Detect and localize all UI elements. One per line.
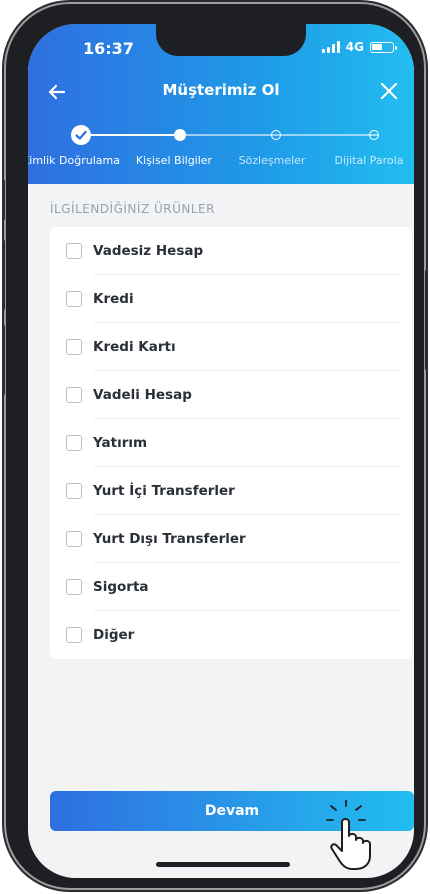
- product-label: Vadesiz Hesap: [93, 243, 204, 259]
- side-button-left-3: [2, 325, 5, 395]
- product-label: Diğer: [93, 627, 135, 643]
- product-item-vadeli-hesap[interactable]: Vadeli Hesap: [50, 371, 412, 419]
- side-button-left-1: [2, 180, 5, 220]
- step-4-label[interactable]: Dijital Parola: [335, 154, 404, 167]
- step-1-completed-dot: [71, 125, 91, 145]
- step-2-current-dot: [174, 129, 186, 141]
- section-title: İLGİLENDİĞİNİZ ÜRÜNLER: [50, 202, 215, 216]
- stepper-track-done: [81, 134, 180, 136]
- checkbox[interactable]: [66, 387, 82, 403]
- product-label: Yurt İçi Transferler: [93, 483, 235, 499]
- checkbox[interactable]: [66, 627, 82, 643]
- phone-frame: 16:37 4G Müşterimiz Ol Kimlik Doğrulama …: [6, 4, 424, 888]
- step-2-label[interactable]: Kişisel Bilgiler: [136, 154, 212, 167]
- product-item-kredi-karti[interactable]: Kredi Kartı: [50, 323, 412, 371]
- battery-icon: [370, 41, 397, 53]
- products-list: Vadesiz Hesap Kredi Kredi Kartı Vadeli H…: [50, 227, 412, 659]
- checkbox[interactable]: [66, 291, 82, 307]
- product-label: Kredi Kartı: [93, 339, 176, 355]
- side-button-left-2: [2, 240, 5, 310]
- network-label: 4G: [345, 40, 364, 54]
- signal-icon: [321, 41, 340, 53]
- device-notch: [156, 24, 306, 56]
- product-item-yurt-ici-transferler[interactable]: Yurt İçi Transferler: [50, 467, 412, 515]
- app-header: 16:37 4G Müşterimiz Ol Kimlik Doğrulama …: [28, 24, 414, 184]
- product-label: Vadeli Hesap: [93, 387, 192, 403]
- product-item-yurt-disi-transferler[interactable]: Yurt Dışı Transferler: [50, 515, 412, 563]
- status-indicators: 4G: [321, 40, 397, 54]
- product-label: Yurt Dışı Transferler: [93, 531, 246, 547]
- page-title: Müşterimiz Ol: [162, 81, 280, 99]
- product-label: Yatırım: [93, 435, 148, 451]
- product-item-vadesiz-hesap[interactable]: Vadesiz Hesap: [50, 227, 412, 275]
- checkbox[interactable]: [66, 435, 82, 451]
- product-item-yatirim[interactable]: Yatırım: [50, 419, 412, 467]
- side-button-right: [425, 270, 428, 370]
- step-3-label[interactable]: Sözleşmeler: [239, 154, 306, 167]
- product-item-diger[interactable]: Diğer: [50, 611, 412, 659]
- checkbox[interactable]: [66, 531, 82, 547]
- checkbox[interactable]: [66, 243, 82, 259]
- checkbox[interactable]: [66, 483, 82, 499]
- step-4-dot: [369, 130, 379, 140]
- checkbox[interactable]: [66, 579, 82, 595]
- step-3-dot: [271, 130, 281, 140]
- product-label: Kredi: [93, 291, 134, 307]
- checkmark-icon: [75, 130, 87, 140]
- status-time: 16:37: [83, 39, 134, 58]
- tap-hand-icon: [326, 800, 371, 870]
- close-icon: [380, 82, 398, 100]
- home-indicator: [156, 862, 290, 867]
- app-screen: 16:37 4G Müşterimiz Ol Kimlik Doğrulama …: [28, 24, 414, 878]
- checkbox[interactable]: [66, 339, 82, 355]
- product-item-kredi[interactable]: Kredi: [50, 275, 412, 323]
- product-item-sigorta[interactable]: Sigorta: [50, 563, 412, 611]
- close-button[interactable]: [374, 76, 404, 106]
- product-label: Sigorta: [93, 579, 149, 595]
- step-1-label[interactable]: Kimlik Doğrulama: [28, 154, 120, 167]
